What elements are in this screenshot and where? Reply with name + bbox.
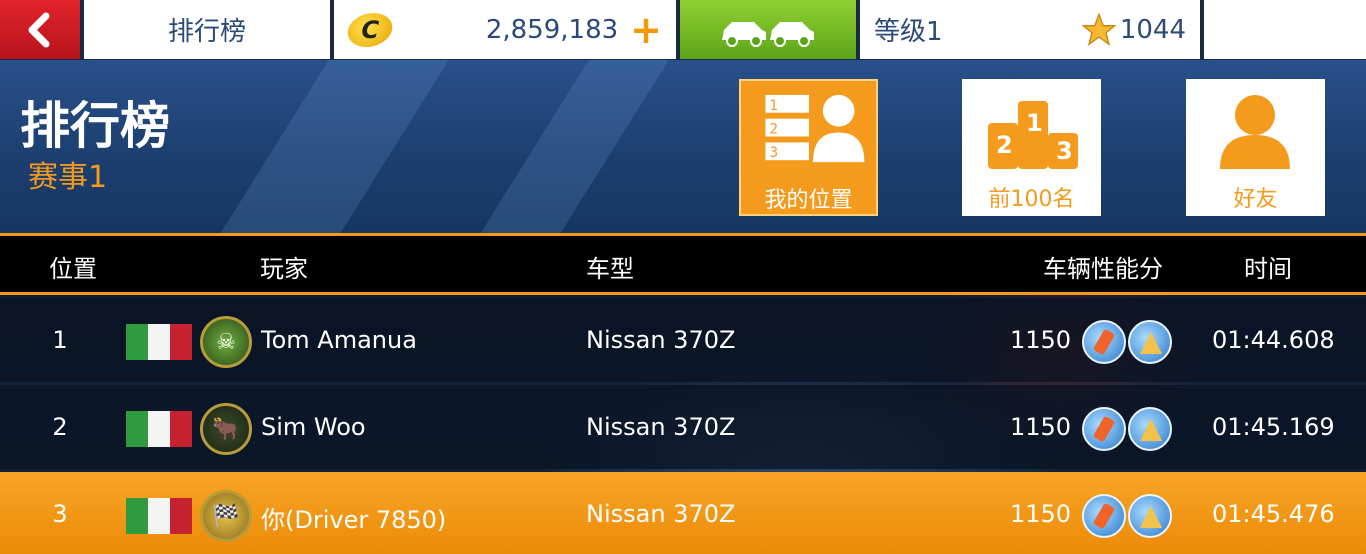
column-time: 时间: [1244, 255, 1292, 283]
back-arrow-icon: [28, 12, 50, 47]
decor-stripe: [426, 60, 694, 236]
tab-my-position[interactable]: 1 2 3 我的位置: [739, 79, 878, 216]
engine-upgrade-icon: [1128, 407, 1172, 451]
tab-label: 好友: [1233, 187, 1278, 212]
avatar: 🐂: [200, 403, 252, 455]
svg-text:3: 3: [769, 145, 778, 161]
nitro-upgrade-icon: [1082, 320, 1126, 364]
level-label: 等级1: [874, 17, 943, 47]
add-coins-button[interactable]: +: [630, 11, 662, 49]
leaderboard-list: 1 ☠ Tom Amanua Nissan 370Z 1150 01:44.60…: [0, 295, 1366, 554]
coins-value: 2,859,183: [485, 14, 619, 45]
nitro-upgrade-icon: [1082, 407, 1126, 451]
italy-flag-icon: [126, 324, 192, 360]
decor-stripe: [166, 60, 474, 236]
performance-score: 1150: [1010, 500, 1072, 528]
topbar-title: 排行榜: [84, 0, 330, 59]
avatar: ☠: [200, 316, 252, 368]
friends-icon: [1220, 95, 1290, 169]
performance-score: 1150: [1010, 326, 1072, 354]
svg-text:1: 1: [1026, 109, 1043, 137]
level-panel: 等级1 1044: [860, 0, 1200, 59]
table-row[interactable]: 1 ☠ Tom Amanua Nissan 370Z 1150 01:44.60…: [0, 298, 1366, 382]
svg-text:2: 2: [996, 131, 1013, 159]
column-player: 玩家: [260, 255, 308, 283]
car-model: Nissan 370Z: [586, 413, 736, 441]
event-subtitle: 赛事1: [28, 160, 108, 195]
tab-friends[interactable]: 好友: [1186, 79, 1325, 216]
race-time: 01:45.169: [1212, 413, 1335, 441]
race-time: 01:44.608: [1212, 326, 1335, 354]
column-car: 车型: [586, 255, 634, 283]
page-title: 排行榜: [20, 97, 170, 155]
engine-upgrade-icon: [1128, 494, 1172, 538]
garage-button[interactable]: [680, 0, 856, 59]
avatar: 🏁: [200, 490, 252, 542]
back-button[interactable]: [0, 0, 80, 59]
svg-text:1: 1: [769, 98, 778, 114]
player-name: 你(Driver 7850): [261, 506, 447, 534]
table-row[interactable]: 2 🐂 Sim Woo Nissan 370Z 1150 01:45.169: [0, 385, 1366, 469]
tab-label: 我的位置: [764, 188, 853, 213]
tab-top-100[interactable]: 2 1 3 前100名: [962, 79, 1101, 216]
top-bar: 排行榜 C 2,859,183 + 等级1 1044: [0, 0, 1366, 60]
engine-upgrade-icon: [1128, 320, 1172, 364]
column-performance: 车辆性能分: [1043, 255, 1163, 283]
stars-counter: 1044: [1081, 12, 1186, 47]
player-name: Sim Woo: [261, 413, 366, 441]
stars-value: 1044: [1119, 14, 1186, 45]
svg-text:2: 2: [769, 122, 778, 138]
topbar-empty-slot: [1204, 0, 1366, 59]
performance-score: 1150: [1010, 413, 1072, 441]
star-icon: [1081, 12, 1116, 46]
cars-icon: [722, 21, 814, 47]
italy-flag-icon: [126, 411, 192, 447]
nitro-upgrade-icon: [1082, 494, 1126, 538]
car-model: Nissan 370Z: [586, 326, 736, 354]
race-time: 01:45.476: [1212, 500, 1335, 528]
table-row-current-player[interactable]: 3 🏁 你(Driver 7850) Nissan 370Z 1150 01:4…: [0, 472, 1366, 554]
italy-flag-icon: [126, 498, 192, 534]
coin-icon: C: [344, 12, 396, 47]
podium-icon: 2 1 3: [988, 101, 1078, 169]
header-panel: 排行榜 赛事1 1 2 3 我的位置 2 1 3 前100名 好友: [0, 60, 1366, 236]
player-name: Tom Amanua: [261, 326, 417, 354]
table-header: 位置 玩家 车型 车辆性能分 时间: [0, 236, 1366, 292]
car-model: Nissan 370Z: [586, 500, 736, 528]
my-position-icon: 1 2 3: [765, 94, 865, 163]
coins-panel: C 2,859,183 +: [334, 0, 676, 59]
row-position: 1: [52, 326, 68, 354]
column-position: 位置: [49, 255, 97, 283]
row-position: 3: [52, 500, 68, 528]
tab-label: 前100名: [988, 187, 1075, 212]
svg-text:3: 3: [1056, 137, 1073, 165]
row-position: 2: [52, 413, 68, 441]
